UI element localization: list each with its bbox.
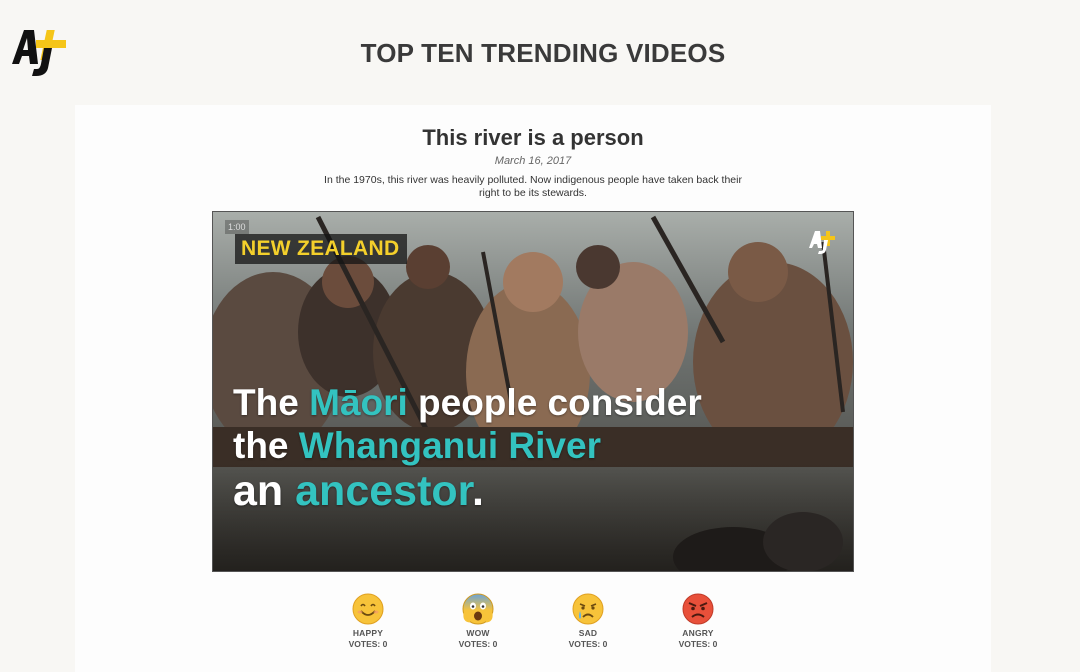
- location-badge: NEW ZEALAND: [235, 234, 408, 264]
- happy-face-icon: [352, 593, 384, 625]
- video-caption: The Māori people consider the Whanganui …: [233, 382, 702, 515]
- reaction-sad[interactable]: SAD VOTES: 0: [548, 593, 628, 649]
- reaction-happy[interactable]: HAPPY VOTES: 0: [328, 593, 408, 649]
- video-player[interactable]: 1:00 NEW ZEALAND The Māori people consid…: [212, 211, 854, 572]
- reaction-label: WOW: [466, 628, 490, 638]
- video-date: March 16, 2017: [494, 155, 572, 167]
- reaction-label: ANGRY: [682, 628, 714, 638]
- video-title: This river is a person: [422, 125, 644, 150]
- reaction-votes: VOTES: 0: [568, 639, 608, 649]
- angry-face-icon: [682, 593, 714, 625]
- reaction-votes: VOTES: 0: [348, 639, 388, 649]
- reactions: HAPPY VOTES: 0 WOW VOTES: 0 SAD VOTES: 0…: [325, 593, 765, 653]
- wow-face-icon: [462, 593, 494, 625]
- timecode: 1:00: [225, 220, 249, 234]
- sad-face-icon: [572, 593, 604, 625]
- reaction-label: HAPPY: [352, 628, 384, 638]
- page-header: TOP TEN TRENDING VIDEOS: [0, 38, 1080, 69]
- video-description: In the 1970s, this river was heavily pol…: [324, 174, 742, 199]
- page-title: TOP TEN TRENDING VIDEOS: [360, 38, 726, 68]
- reaction-angry[interactable]: ANGRY VOTES: 0: [658, 593, 738, 649]
- reaction-wow[interactable]: WOW VOTES: 0: [438, 593, 518, 649]
- reaction-label: SAD: [578, 628, 598, 638]
- aj-plus-watermark-icon: [807, 228, 837, 256]
- reaction-votes: VOTES: 0: [458, 639, 498, 649]
- video-card: This river is a person March 16, 2017 In…: [75, 105, 991, 672]
- reaction-votes: VOTES: 0: [678, 639, 718, 649]
